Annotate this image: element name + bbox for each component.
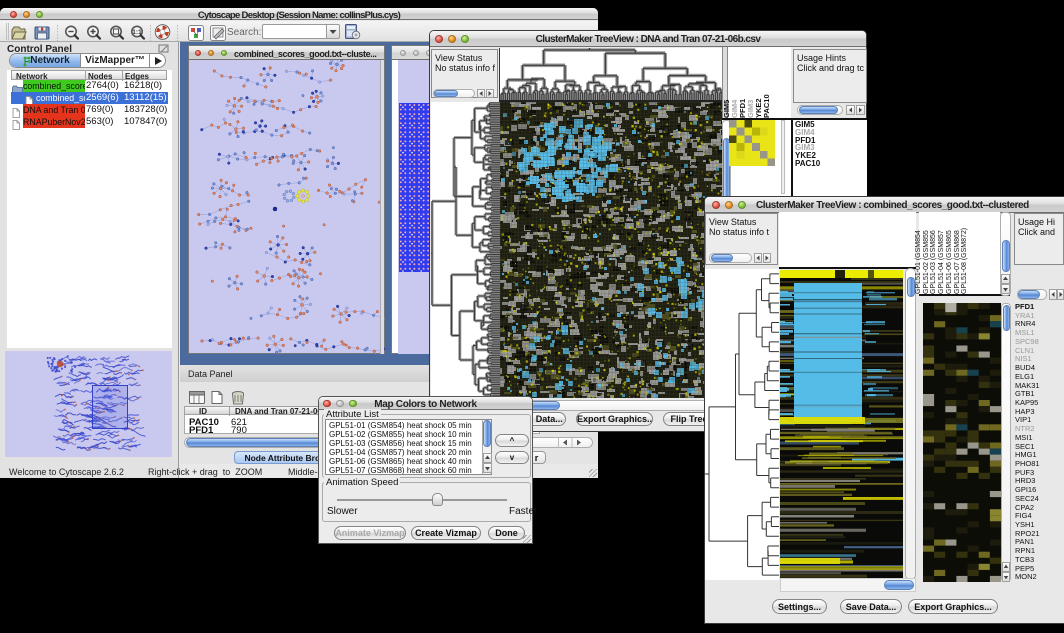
svg-text:1:1: 1:1 <box>132 29 142 36</box>
